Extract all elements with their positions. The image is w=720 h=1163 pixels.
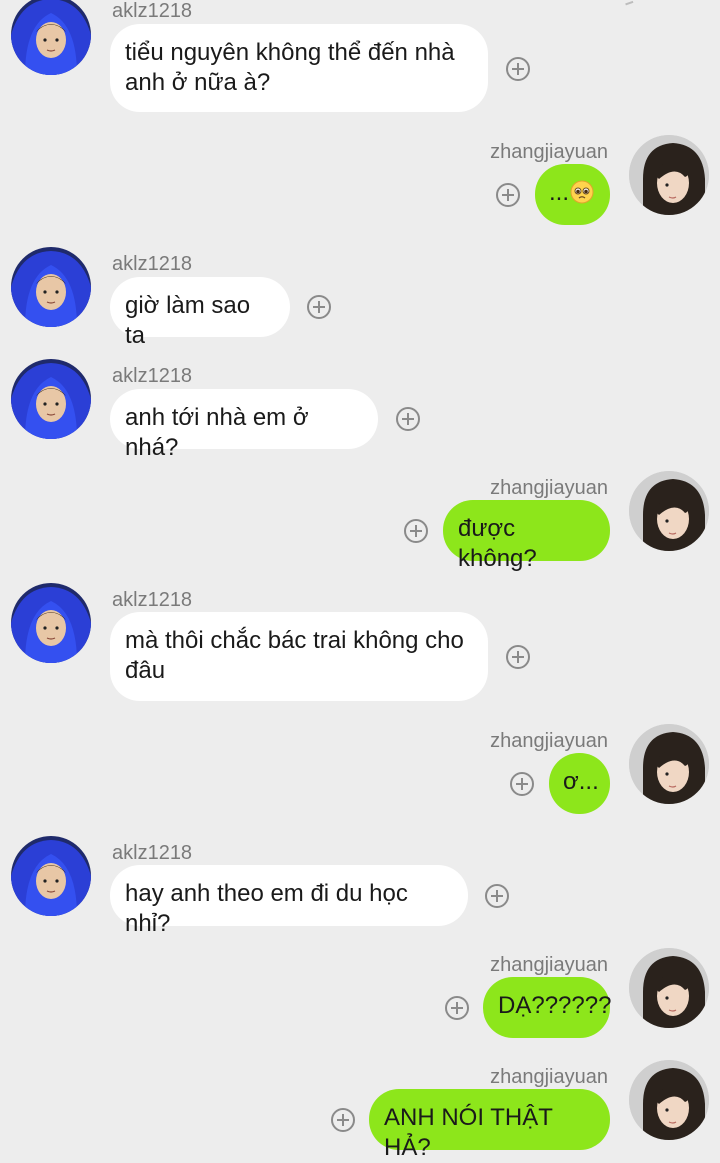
add-reaction-icon[interactable] xyxy=(404,519,428,543)
add-reaction-icon[interactable] xyxy=(510,772,534,796)
message-bubble[interactable]: mà thôi chắc bác trai không cho đâu xyxy=(110,612,488,701)
message-text-line: tiểu nguyên không thể đến nhà xyxy=(125,39,455,66)
sender-name: aklz1218 xyxy=(112,365,193,387)
add-reaction-icon[interactable] xyxy=(307,295,331,319)
message-bubble[interactable]: ơ... xyxy=(549,753,610,814)
sender-avatar[interactable] xyxy=(629,135,709,215)
message-bubble[interactable]: ... xyxy=(535,164,610,225)
sender-avatar[interactable] xyxy=(629,948,709,1028)
sender-name: zhangjiayuan xyxy=(490,730,608,752)
message-bubble[interactable]: được không? xyxy=(443,500,610,572)
sender-name: zhangjiayuan xyxy=(490,1066,608,1088)
message-text-line: giờ làm sao ta xyxy=(125,292,251,349)
sender-name: aklz1218 xyxy=(112,589,193,611)
message-bubble[interactable]: DẠ?????? xyxy=(483,977,612,1038)
message-bubble[interactable]: hay anh theo em đi du học nhỉ? xyxy=(110,865,468,937)
message-text-line: hay anh theo em đi du học nhỉ? xyxy=(125,880,408,937)
message-text-line: đâu xyxy=(125,657,166,684)
sender-avatar[interactable] xyxy=(11,583,91,663)
add-reaction-icon[interactable] xyxy=(485,884,509,908)
sender-avatar[interactable] xyxy=(629,471,709,551)
sender-avatar[interactable] xyxy=(11,247,91,327)
add-reaction-icon[interactable] xyxy=(331,1108,355,1132)
sender-avatar[interactable] xyxy=(629,1060,709,1140)
add-reaction-icon[interactable] xyxy=(445,996,469,1020)
message-text-line: ANH NÓI THẬT HẢ? xyxy=(384,1104,553,1161)
sender-name: aklz1218 xyxy=(112,842,193,864)
message-text: ... xyxy=(549,179,570,206)
sender-avatar[interactable] xyxy=(11,836,91,916)
add-reaction-icon[interactable] xyxy=(496,183,520,207)
add-reaction-icon[interactable] xyxy=(396,407,420,431)
message-text-line: DẠ?????? xyxy=(498,992,612,1019)
sender-avatar[interactable] xyxy=(11,0,91,75)
message-bubble[interactable]: giờ làm sao ta xyxy=(110,277,290,349)
chat-history[interactable]: aklz1218 tiểu nguyên không thể đến nhà a… xyxy=(0,0,720,1161)
message-text-line: được không? xyxy=(458,515,537,572)
sender-name: aklz1218 xyxy=(112,0,193,22)
sender-avatar[interactable] xyxy=(629,724,709,804)
scroll-edge-mark xyxy=(625,0,635,10)
message-text-line: mà thôi chắc bác trai không cho xyxy=(125,627,464,654)
sender-name: aklz1218 xyxy=(112,253,193,275)
add-reaction-icon[interactable] xyxy=(506,645,530,669)
sender-name: zhangjiayuan xyxy=(490,477,608,499)
message-bubble[interactable]: ANH NÓI THẬT HẢ? xyxy=(369,1089,610,1161)
add-reaction-icon[interactable] xyxy=(506,57,530,81)
pleading-face-emoji xyxy=(570,180,594,204)
message-bubble[interactable]: tiểu nguyên không thể đến nhà anh ở nữa … xyxy=(110,24,488,112)
message-text-line: anh tới nhà em ở nhá? xyxy=(125,404,309,461)
message-text-line: anh ở nữa à? xyxy=(125,69,271,96)
sender-avatar[interactable] xyxy=(11,359,91,439)
message-bubble[interactable]: anh tới nhà em ở nhá? xyxy=(110,389,378,461)
message-text-line: ơ... xyxy=(563,768,599,795)
sender-name: zhangjiayuan xyxy=(490,954,608,976)
sender-name: zhangjiayuan xyxy=(490,141,608,163)
